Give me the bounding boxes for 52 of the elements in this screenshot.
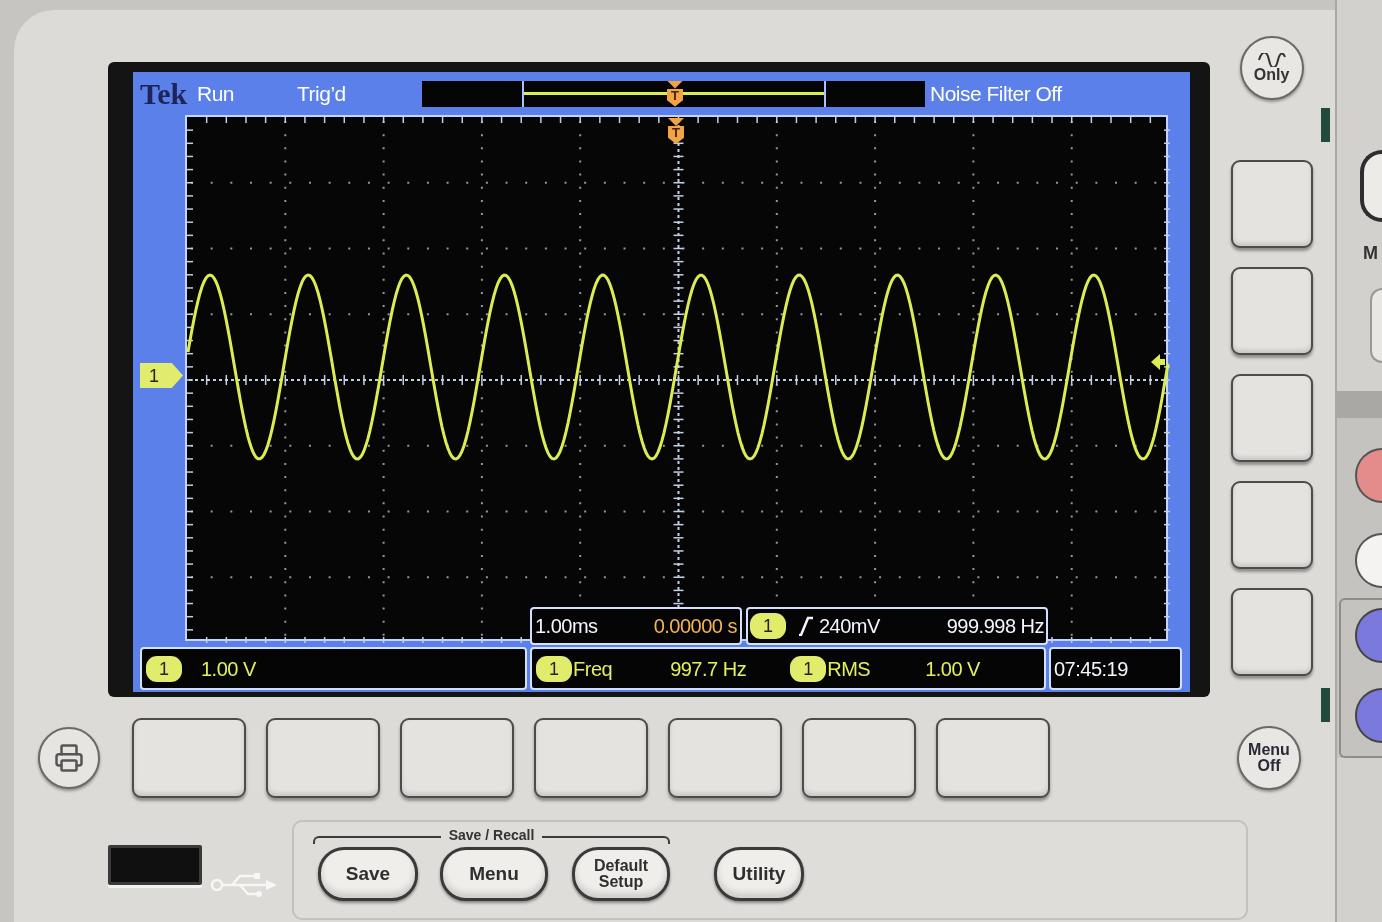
measurement-name: RMS bbox=[827, 658, 871, 679]
knob[interactable] bbox=[1360, 150, 1382, 222]
indicator-strip bbox=[1321, 108, 1330, 142]
trigger-status: Trig’d bbox=[297, 83, 347, 104]
round-button[interactable] bbox=[1355, 608, 1382, 663]
softkey-button[interactable] bbox=[1230, 374, 1313, 462]
panel-button[interactable]: Utility bbox=[714, 847, 804, 901]
measurement-value: 1.00 V bbox=[925, 658, 980, 679]
indicator-strip bbox=[1321, 688, 1330, 722]
panel-button[interactable]: Default Setup bbox=[572, 847, 670, 901]
noise-filter-status: Noise Filter Off bbox=[930, 83, 1062, 104]
print-button[interactable] bbox=[38, 727, 100, 789]
volts-per-division: 1.00 V bbox=[201, 658, 256, 679]
panel-button[interactable]: Menu bbox=[440, 847, 548, 901]
round-button[interactable] bbox=[1355, 533, 1382, 588]
softkey-button[interactable] bbox=[266, 718, 380, 798]
acquisition-status: Run bbox=[197, 83, 236, 104]
round-button[interactable] bbox=[1355, 448, 1382, 503]
measurement-name: Freq bbox=[573, 658, 613, 679]
softkey-button[interactable] bbox=[936, 718, 1050, 798]
softkey-button[interactable] bbox=[668, 718, 782, 798]
brand-logo: Tek bbox=[140, 78, 189, 109]
channel-badge: 1 bbox=[790, 655, 827, 682]
menu-off-button[interactable]: Menu Off bbox=[1237, 726, 1301, 790]
softkey-button[interactable] bbox=[1230, 267, 1313, 355]
channel-badge: 1 bbox=[536, 655, 572, 682]
knob-label: M bbox=[1363, 244, 1378, 262]
sine-wave-icon bbox=[1257, 53, 1286, 67]
round-button[interactable] bbox=[1355, 688, 1382, 743]
rising-edge-icon bbox=[798, 616, 814, 636]
measurement-value: 997.7 Hz bbox=[670, 658, 747, 679]
channel-badge: 1 bbox=[146, 655, 182, 682]
softkey-button[interactable] bbox=[802, 718, 916, 798]
trigger-level: 240mV bbox=[819, 616, 880, 636]
softkey-button[interactable] bbox=[534, 718, 648, 798]
arrowhead-icon bbox=[1151, 353, 1165, 371]
softkey-button[interactable] bbox=[400, 718, 514, 798]
softkey-button[interactable] bbox=[1230, 160, 1313, 248]
channel-badge: 1 bbox=[750, 613, 786, 639]
panel-button[interactable]: Save bbox=[318, 847, 418, 901]
softkey-button[interactable] bbox=[1230, 588, 1313, 676]
horizontal-position: 0.00000 s bbox=[653, 616, 737, 636]
only-button[interactable]: Only bbox=[1239, 36, 1304, 100]
time-per-division: 1.00ms bbox=[535, 616, 598, 636]
softkey-button[interactable] bbox=[132, 718, 246, 798]
usb-icon bbox=[210, 872, 278, 898]
trigger-frequency: 999.998 Hz bbox=[946, 616, 1044, 636]
softkey-button[interactable] bbox=[1230, 481, 1313, 569]
printer-icon bbox=[54, 743, 84, 773]
save-recall-label: Save / Recall bbox=[447, 828, 536, 842]
clock-time: 07:45:19 bbox=[1054, 658, 1128, 679]
channel-marker: 1 bbox=[140, 363, 183, 388]
